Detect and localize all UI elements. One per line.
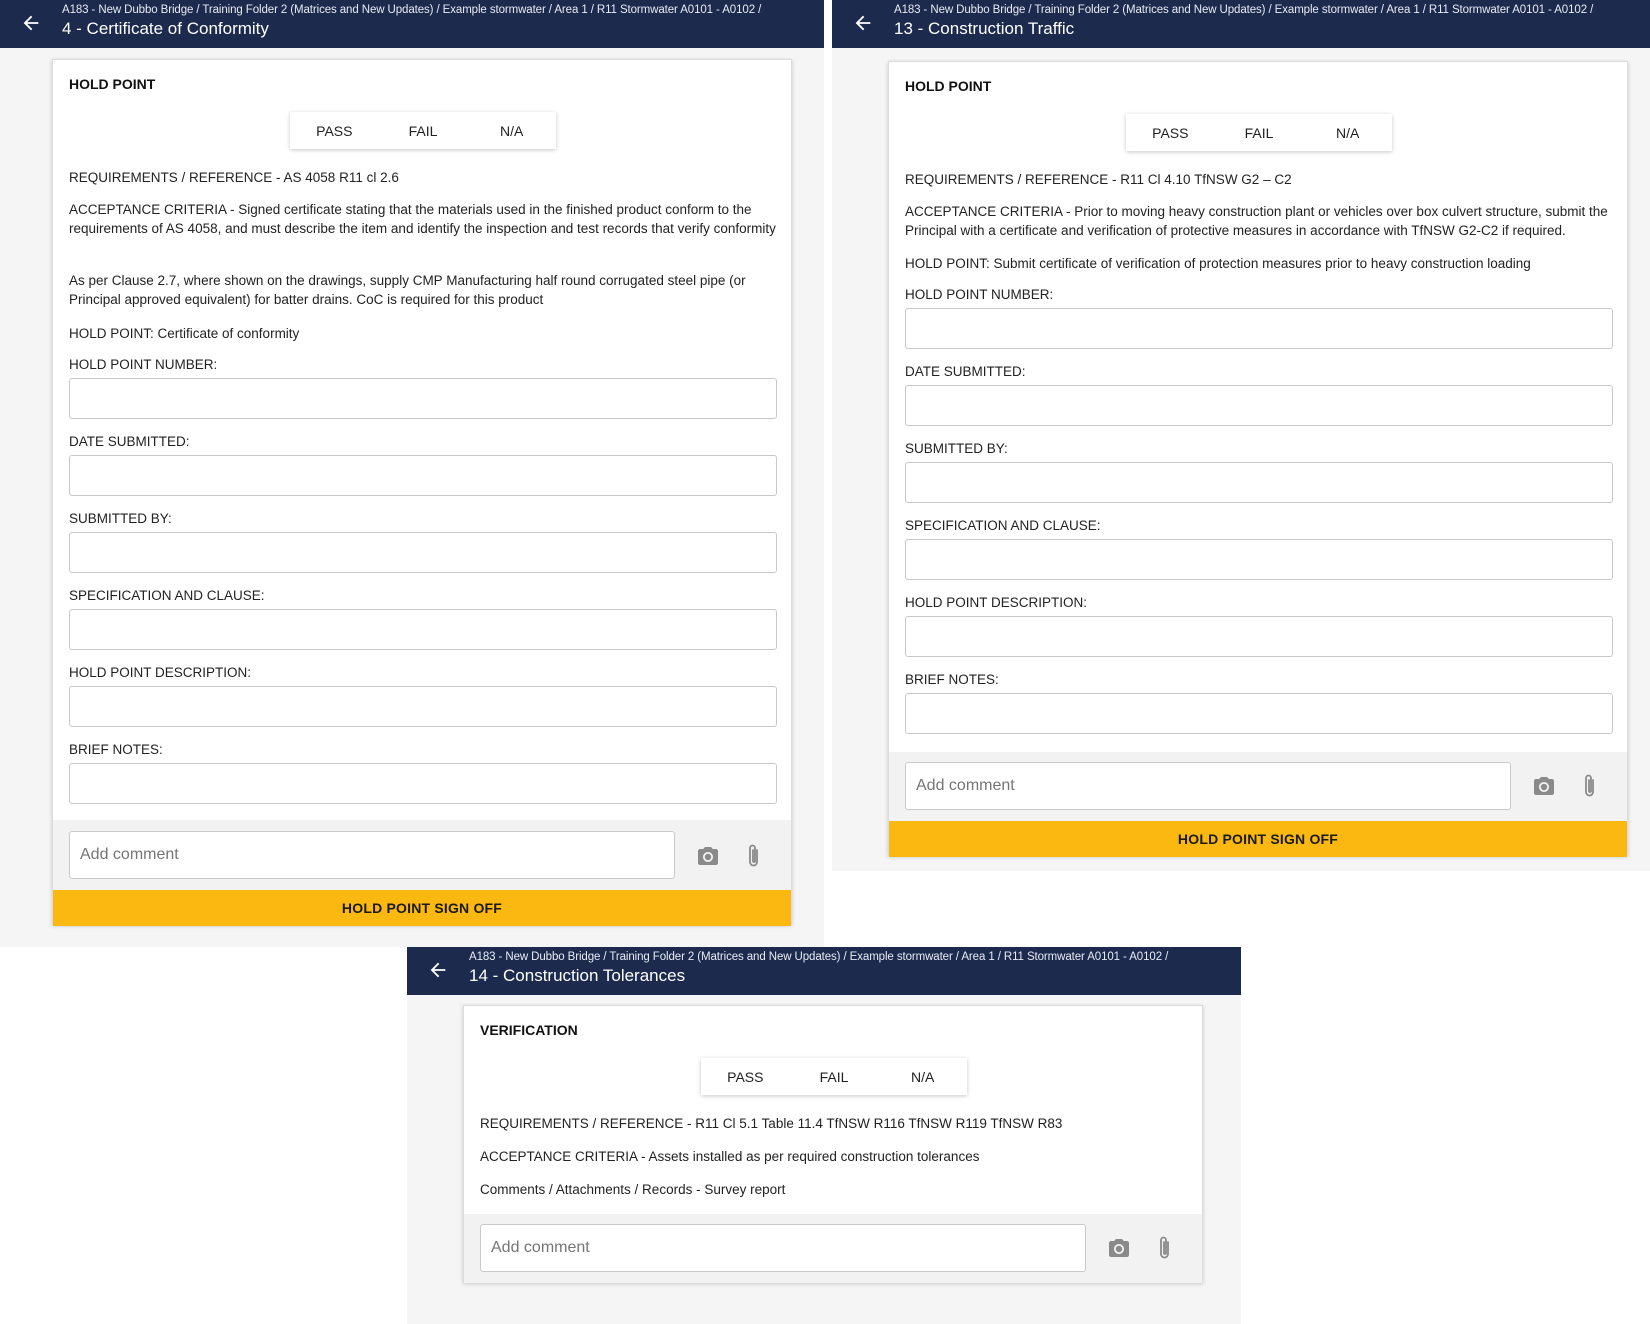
hold-point-sign-off-button[interactable]: HOLD POINT SIGN OFF [53,890,791,926]
submitted-by-label: SUBMITTED BY: [905,441,1008,456]
arrow-left-icon [430,962,446,978]
comment-bar [53,820,791,890]
paperclip-icon[interactable] [1581,772,1599,800]
back-button[interactable] [20,12,42,34]
acceptance-criteria-text: ACCEPTANCE CRITERIA - Signed certificate… [69,202,776,236]
hold-point-number-label: HOLD POINT NUMBER: [905,287,1054,302]
fail-option[interactable]: FAIL [790,1058,879,1095]
hold-point-description-label: HOLD POINT DESCRIPTION: [905,595,1088,610]
hold-point-number-label: HOLD POINT NUMBER: [69,357,218,372]
page-title: 14 - Construction Tolerances [469,966,686,985]
breadcrumb[interactable]: A183 - New Dubbo Bridge / Training Folde… [894,4,1593,16]
pass-option[interactable]: PASS [290,112,379,149]
hold-point-number-input[interactable] [905,308,1613,349]
hold-point-description-input[interactable] [69,686,777,727]
arrow-left-icon [23,15,39,31]
checklist-card: VERIFICATION PASS FAIL N/A REQUIREMENTS … [463,1005,1203,1283]
specification-clause-label: SPECIFICATION AND CLAUSE: [905,518,1101,533]
camera-icon[interactable] [1106,1236,1132,1260]
app-bar: A183 - New Dubbo Bridge / Training Folde… [407,947,1241,995]
hold-point-sign-off-button[interactable]: HOLD POINT SIGN OFF [889,821,1627,857]
checklist-card: HOLD POINT PASS FAIL N/A REQUIREMENTS / … [888,61,1628,857]
comment-input[interactable] [480,1224,1086,1272]
fail-option[interactable]: FAIL [1215,114,1304,151]
submitted-by-input[interactable] [905,462,1613,503]
camera-icon[interactable] [695,844,721,868]
clause-note-text: As per Clause 2.7, where shown on the dr… [69,273,746,307]
camera-icon[interactable] [1531,774,1557,798]
result-toggle: PASS FAIL N/A [290,112,556,149]
section-title: HOLD POINT [905,78,992,94]
acceptance-criteria-text: ACCEPTANCE CRITERIA - Assets installed a… [480,1149,980,1164]
hold-point-description-input[interactable] [905,616,1613,657]
brief-notes-label: BRIEF NOTES: [905,672,999,687]
date-submitted-input[interactable] [69,455,777,496]
specification-clause-input[interactable] [905,539,1613,580]
section-title: VERIFICATION [480,1022,578,1038]
requirements-text: REQUIREMENTS / REFERENCE - R11 Cl 5.1 Ta… [480,1116,1063,1131]
app-bar: A183 - New Dubbo Bridge / Training Folde… [0,0,824,48]
comment-bar [464,1214,1202,1283]
requirements-text: REQUIREMENTS / REFERENCE - AS 4058 R11 c… [69,170,399,185]
brief-notes-label: BRIEF NOTES: [69,742,163,757]
specification-clause-input[interactable] [69,609,777,650]
panel-construction-tolerances: A183 - New Dubbo Bridge / Training Folde… [407,947,1241,1324]
comment-bar [889,752,1627,821]
back-button[interactable] [852,12,874,34]
back-button[interactable] [427,959,449,981]
panel-certificate-of-conformity: A183 - New Dubbo Bridge / Training Folde… [0,0,824,947]
checklist-card: HOLD POINT PASS FAIL N/A REQUIREMENTS / … [52,59,792,926]
paperclip-icon[interactable] [745,842,763,870]
page-title: 4 - Certificate of Conformity [62,19,269,38]
date-submitted-label: DATE SUBMITTED: [69,434,190,449]
submitted-by-input[interactable] [69,532,777,573]
pass-option[interactable]: PASS [1126,114,1215,151]
paperclip-icon[interactable] [1156,1234,1174,1262]
section-title: HOLD POINT [69,76,156,92]
comment-input[interactable] [69,831,675,879]
na-option[interactable]: N/A [467,112,556,149]
records-text: Comments / Attachments / Records - Surve… [480,1182,786,1197]
hold-point-text: HOLD POINT: Submit certificate of verifi… [905,256,1531,271]
page-title: 13 - Construction Traffic [894,19,1075,38]
submitted-by-label: SUBMITTED BY: [69,511,172,526]
date-submitted-input[interactable] [905,385,1613,426]
panel-construction-traffic: A183 - New Dubbo Bridge / Training Folde… [832,0,1650,871]
result-toggle: PASS FAIL N/A [1126,114,1392,151]
app-bar: A183 - New Dubbo Bridge / Training Folde… [832,0,1650,48]
fail-option[interactable]: FAIL [379,112,468,149]
na-option[interactable]: N/A [878,1058,967,1095]
hold-point-number-input[interactable] [69,378,777,419]
na-option[interactable]: N/A [1303,114,1392,151]
specification-clause-label: SPECIFICATION AND CLAUSE: [69,588,265,603]
result-toggle: PASS FAIL N/A [701,1058,967,1095]
pass-option[interactable]: PASS [701,1058,790,1095]
acceptance-criteria-text: ACCEPTANCE CRITERIA - Prior to moving he… [905,204,1608,238]
brief-notes-input[interactable] [905,693,1613,734]
arrow-left-icon [855,15,871,31]
comment-input[interactable] [905,762,1511,810]
requirements-text: REQUIREMENTS / REFERENCE - R11 Cl 4.10 T… [905,172,1292,187]
date-submitted-label: DATE SUBMITTED: [905,364,1026,379]
brief-notes-input[interactable] [69,763,777,804]
breadcrumb[interactable]: A183 - New Dubbo Bridge / Training Folde… [62,4,761,16]
hold-point-text: HOLD POINT: Certificate of conformity [69,326,300,341]
hold-point-description-label: HOLD POINT DESCRIPTION: [69,665,252,680]
breadcrumb[interactable]: A183 - New Dubbo Bridge / Training Folde… [469,951,1168,963]
